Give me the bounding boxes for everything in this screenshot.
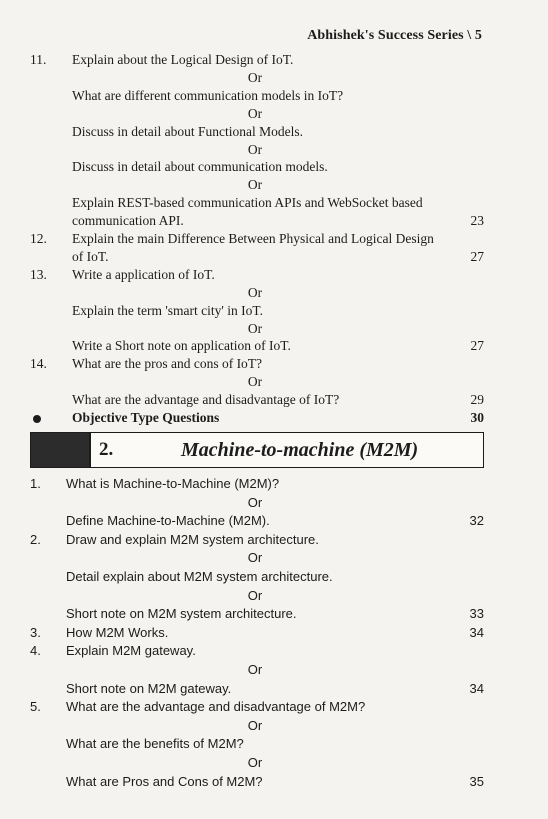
or-separator: Or <box>0 548 548 568</box>
series-header: Abhishek's Success Series \ 5 <box>307 28 482 43</box>
or-label: Or <box>247 662 263 677</box>
question-text: Detail explain about M2M system architec… <box>66 569 333 584</box>
toc-entry: 2. Draw and explain M2M system architectu… <box>0 530 548 550</box>
question-text: Define Machine-to-Machine (M2M). <box>66 513 270 529</box>
toc-entry: Short note on M2M gateway. 34 <box>0 679 548 699</box>
chapter-banner-block <box>31 433 89 467</box>
or-label: Or <box>247 550 263 566</box>
question-text: Explain M2M gateway. <box>66 643 196 659</box>
page-number: 32 <box>469 513 484 529</box>
page-number: 34 <box>469 680 484 696</box>
question-number: 4. <box>30 643 41 659</box>
page-number: 35 <box>469 773 484 789</box>
or-separator: Or <box>0 716 548 736</box>
or-separator: Or <box>0 493 548 513</box>
chapter-banner-divider <box>89 433 91 467</box>
or-label: Or <box>247 717 263 733</box>
toc-entry: Detail explain about M2M system architec… <box>0 567 548 587</box>
or-label: Or <box>247 587 263 603</box>
question-text: How M2M Works. <box>66 624 169 640</box>
page-number: 34 <box>469 624 484 640</box>
chapter-banner: 2. Machine-to-machine (M2M) <box>30 432 484 468</box>
question-text: Short note on M2M system architecture. <box>66 606 297 622</box>
question-number: 2. <box>30 531 41 547</box>
toc-entry: 4. Explain M2M gateway. <box>0 641 548 661</box>
objective-row: Objective Type Questions 30 <box>0 408 548 428</box>
toc-entry: Short note on M2M system architecture. 33 <box>0 604 548 624</box>
objective-label: Objective Type Questions <box>72 410 220 425</box>
question-number: 1. <box>30 476 41 491</box>
question-text: Draw and explain M2M system architecture… <box>66 531 319 547</box>
book-page: Abhishek's Success Series \ 5 11. Explain… <box>0 0 548 819</box>
toc-entry: What are Pros and Cons of M2M? 35 <box>0 772 548 792</box>
question-number: 5. <box>30 699 41 715</box>
bullet-icon <box>33 415 41 423</box>
or-separator: Or <box>0 586 548 606</box>
toc-entry: 3. How M2M Works. 34 <box>0 623 548 643</box>
page-number: 33 <box>469 606 484 622</box>
question-text: What are the advantage and disadvantage … <box>66 699 366 715</box>
question-text: What are Pros and Cons of M2M? <box>66 773 263 789</box>
or-label: Or <box>247 494 263 510</box>
or-label: Or <box>247 755 263 770</box>
toc-entry: Define Machine-to-Machine (M2M). 32 <box>0 511 548 531</box>
or-separator: Or <box>0 660 548 680</box>
chapter-title: Machine-to-machine (M2M) <box>181 439 419 461</box>
toc-entry: 5. What are the advantage and disadvantag… <box>0 697 548 717</box>
chapter-number: 2. <box>99 439 114 460</box>
or-separator: Or <box>0 753 548 773</box>
question-number: 3. <box>30 624 41 640</box>
question-text: What are the benefits of M2M? <box>66 736 244 752</box>
question-text: What is Machine-to-Machine (M2M)? <box>66 476 280 491</box>
toc-entry: 1. What is Machine-to-Machine (M2M)? <box>0 474 548 494</box>
toc-entry: What are the benefits of M2M? <box>0 734 548 754</box>
question-text: Short note on M2M gateway. <box>66 680 232 696</box>
objective-page: 30 <box>470 410 485 425</box>
